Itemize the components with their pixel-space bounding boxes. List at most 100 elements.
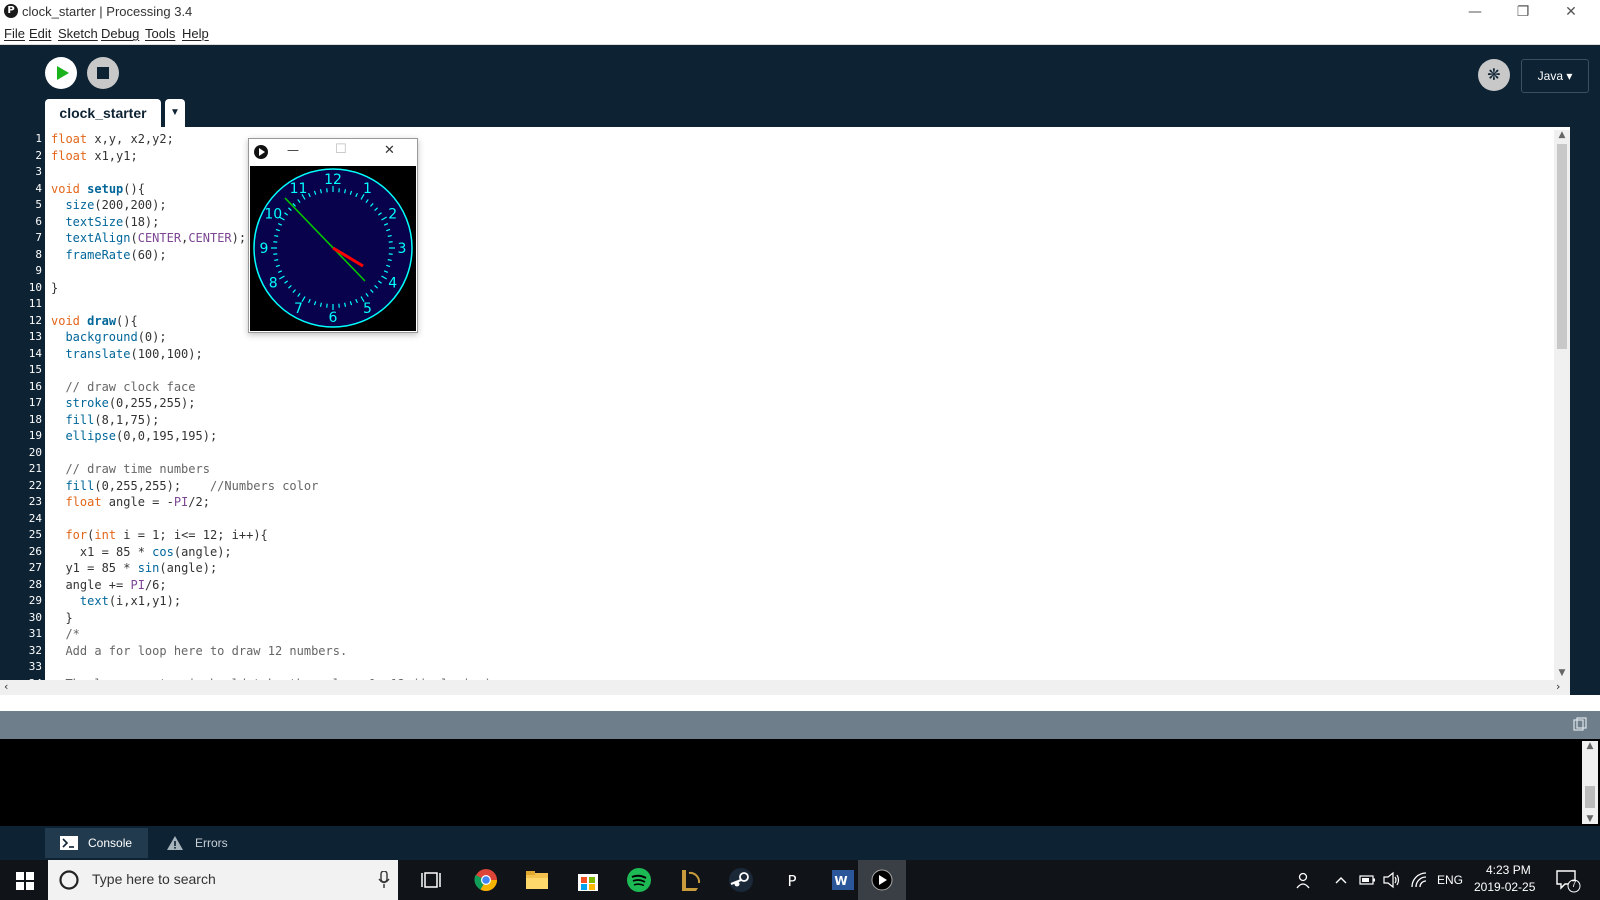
tab-errors[interactable]: Errors <box>152 828 242 858</box>
line-number: 30 <box>28 610 42 624</box>
code-text: } <box>51 280 59 295</box>
sketch-window[interactable]: — ☐ ✕ 1 2 3 4 5 6 7 8 9 10 11 12 <box>248 138 418 333</box>
tab-console[interactable]: Console <box>45 828 148 858</box>
menu-tools[interactable]: Tools <box>145 26 175 41</box>
wifi-icon[interactable] <box>1410 871 1428 889</box>
title-bar: P clock_starter | Processing 3.4 — ❐ ✕ <box>0 0 1600 24</box>
processing-taskbar-icon[interactable]: P <box>779 867 805 893</box>
volume-icon[interactable] <box>1382 871 1402 889</box>
console-tabs: Console Errors <box>0 826 1600 860</box>
stop-button[interactable] <box>87 57 119 89</box>
clock-tick <box>387 259 392 262</box>
minimize-button[interactable]: — <box>1451 0 1499 24</box>
copy-console-icon[interactable] <box>1573 717 1587 731</box>
windows-start-icon[interactable] <box>16 872 34 890</box>
code-text: stroke(0,255,255); <box>65 396 196 410</box>
clock-number: 5 <box>363 301 372 317</box>
store-icon[interactable] <box>575 867 601 893</box>
code-line: 14 translate(100,100); <box>0 346 1560 363</box>
battery-icon[interactable] <box>1359 873 1377 887</box>
code-line: 31 /* <box>0 626 1560 643</box>
file-explorer-icon[interactable] <box>524 867 550 893</box>
sketch-maximize-button[interactable]: ☐ <box>335 142 347 157</box>
taskbar-search[interactable]: Type here to search <box>48 860 398 900</box>
task-view-icon[interactable] <box>420 867 446 893</box>
cortana-icon <box>59 870 79 890</box>
close-button[interactable]: ✕ <box>1547 0 1595 24</box>
line-number: 21 <box>28 462 42 475</box>
console-scroll-thumb[interactable] <box>1585 786 1595 808</box>
clock-tick <box>387 234 392 237</box>
tab-clock-starter[interactable]: clock_starter <box>45 99 161 127</box>
menu-sketch[interactable]: Sketch <box>58 26 98 41</box>
code-line: 29 text(i,x1,y1); <box>0 593 1560 610</box>
debugger-button[interactable]: ❋ <box>1478 59 1510 91</box>
chrome-icon[interactable] <box>473 867 499 893</box>
code-text: float x,y, x2,y2; <box>51 132 174 146</box>
line-number: 15 <box>28 363 42 376</box>
code-line: 24 <box>0 511 1560 528</box>
code-line: 15 <box>0 362 1560 379</box>
code-lines: 1 float x,y, x2,y2; 2 float x1,y1; 3 4 void se… <box>0 131 1560 692</box>
line-number: 2 <box>35 148 42 162</box>
scroll-down-icon[interactable]: ▼ <box>1554 668 1570 680</box>
scrollbar-thumb[interactable] <box>1557 144 1567 349</box>
menu-debug[interactable]: Debug <box>101 26 139 41</box>
scroll-up-icon[interactable]: ▲ <box>1554 130 1570 142</box>
clock-number: 7 <box>294 301 303 317</box>
line-number: 25 <box>28 528 42 541</box>
code-editor[interactable]: 1 float x,y, x2,y2; 2 float x1,y1; 3 4 void se… <box>0 127 1600 695</box>
scroll-right-icon[interactable]: › <box>1556 680 1560 693</box>
running-sketch-taskbar-item[interactable] <box>858 860 906 900</box>
clock-tick <box>344 189 347 194</box>
microphone-icon[interactable] <box>378 871 390 889</box>
console-scroll-up-icon[interactable]: ▲ <box>1582 741 1598 751</box>
line-number: 11 <box>28 297 42 310</box>
mode-selector[interactable]: Java ▾ <box>1521 59 1589 93</box>
clock-tray[interactable]: 4:23 PM 2019-02-25 <box>1468 863 1538 897</box>
language-indicator[interactable]: ENG <box>1437 873 1463 887</box>
word-icon[interactable]: W <box>830 867 856 893</box>
code-text: background(0); <box>65 330 167 344</box>
menu-help[interactable]: Help <box>182 26 209 41</box>
chevron-up-icon[interactable] <box>1334 873 1348 887</box>
menu-edit[interactable]: Edit <box>29 26 51 41</box>
line-number: 20 <box>28 445 42 459</box>
sketch-minimize-button[interactable]: — <box>287 143 299 157</box>
console-output[interactable]: ▲ ▼ <box>0 739 1600 826</box>
code-line: 19 ellipse(0,0,195,195); <box>0 428 1560 445</box>
toolbar: ❋ Java ▾ clock_starter ▼ <box>0 45 1600 127</box>
line-number: 26 <box>28 544 42 558</box>
clock-number: 4 <box>388 276 397 292</box>
line-number: 13 <box>28 330 42 343</box>
code-text: y1 = 85 * sin(angle); <box>51 561 218 575</box>
console-scrollbar[interactable]: ▲ ▼ <box>1582 741 1598 824</box>
editor-horizontal-scrollbar[interactable]: ‹ › <box>0 680 1570 695</box>
league-of-legends-icon[interactable] <box>677 867 703 893</box>
code-line: 23 float angle = -PI/2; <box>0 494 1560 511</box>
notification-count: 7 <box>1571 879 1577 889</box>
tab-menu-arrow[interactable]: ▼ <box>165 99 185 127</box>
code-line: 32 Add a for loop here to draw 12 number… <box>0 643 1560 660</box>
code-text: for(int i = 1; i<= 12; i++){ <box>65 528 268 542</box>
console-scroll-down-icon[interactable]: ▼ <box>1582 814 1598 824</box>
line-number: 18 <box>28 412 42 426</box>
warning-icon <box>167 836 183 850</box>
code-line: 2 float x1,y1; <box>0 148 1560 165</box>
editor-vertical-scrollbar[interactable]: ▲ ▼ <box>1554 130 1570 680</box>
line-number: 7 <box>35 231 42 244</box>
code-line: 22 fill(0,255,255); //Numbers color <box>0 478 1560 495</box>
console-icon <box>60 836 78 850</box>
code-line: 27 y1 = 85 * sin(angle); <box>0 560 1560 577</box>
code-line: 3 <box>0 164 1560 181</box>
clock-tick <box>344 302 347 307</box>
sketch-close-button[interactable]: ✕ <box>384 143 395 158</box>
menu-file[interactable]: File <box>4 26 25 41</box>
restore-button[interactable]: ❐ <box>1499 0 1547 24</box>
steam-icon[interactable] <box>728 867 754 893</box>
scroll-left-icon[interactable]: ‹ <box>4 680 8 693</box>
code-text: size(200,200); <box>65 198 167 212</box>
spotify-icon[interactable] <box>626 867 652 893</box>
run-button[interactable] <box>45 57 77 89</box>
people-icon[interactable] <box>1296 871 1314 889</box>
